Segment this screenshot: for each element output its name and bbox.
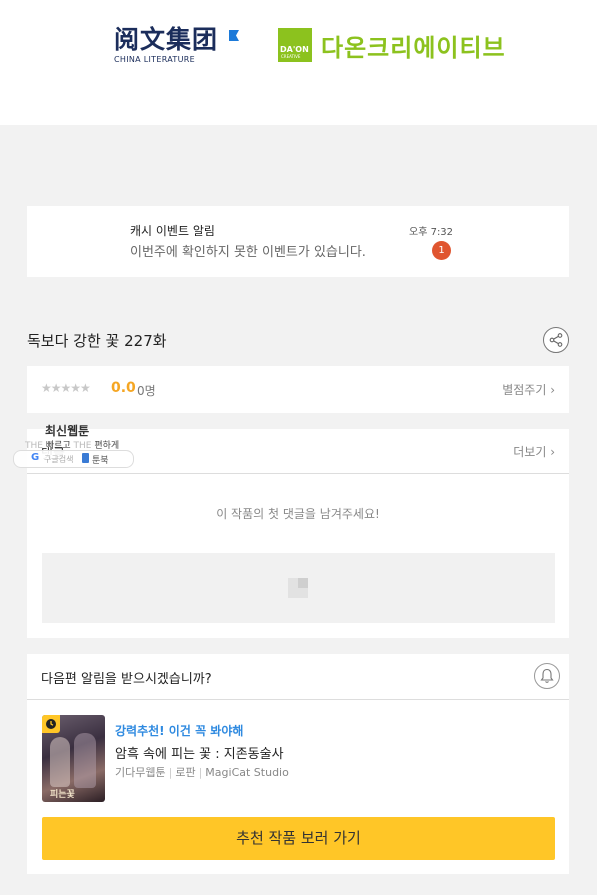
meta-author: 기다무웹툰 xyxy=(115,766,166,779)
site-header: 阅文集团 CHINA LITERATURE DA'ON CREATIVE 다온크… xyxy=(0,0,597,125)
ad-placeholder[interactable] xyxy=(42,553,555,623)
comments-empty-text: 이 작품의 첫 댓글을 남겨주세요! xyxy=(216,507,380,521)
google-icon: G xyxy=(31,452,40,463)
daon-logo-mark-text: DA'ON xyxy=(280,45,309,54)
google-search-label: 구글검색 xyxy=(44,455,74,464)
china-literature-logo: 阅文集团 CHINA LITERATURE xyxy=(114,25,239,64)
event-notification[interactable]: 캐시 이벤트 알림 이번주에 확인하지 못한 이벤트가 있습니다. 오후 7:3… xyxy=(27,206,569,277)
china-literature-logo-en: CHINA LITERATURE xyxy=(114,55,195,64)
notify-button[interactable] xyxy=(534,663,560,689)
notification-message: 이번주에 확인하지 못한 이벤트가 있습니다. xyxy=(130,245,366,260)
episode-title: 독보다 강한 꽃 227화 xyxy=(27,332,167,350)
recommended-work-thumbnail[interactable]: 피는꽃 xyxy=(42,715,105,802)
daon-logo-mark-sub: CREATIVE xyxy=(281,54,301,59)
overlay-title: 최신웹툰 xyxy=(45,424,90,438)
latest-webtoon-overlay[interactable]: 최신웹툰 THE 빠르고 THE 편하게 G 구글검색 툰북 xyxy=(13,420,138,470)
comments-more-link[interactable]: 더보기 › xyxy=(513,443,555,460)
recommended-work-meta: 기다무웹툰 | 로판 | MagiCat Studio xyxy=(115,766,289,779)
thumbnail-figure xyxy=(50,737,70,787)
rating-stars: ★★★★★ xyxy=(41,381,91,395)
clock-icon xyxy=(46,719,56,729)
rating-score: 0.0 xyxy=(111,380,136,396)
wait-free-badge xyxy=(42,715,60,733)
flag-icon xyxy=(229,30,239,41)
thumbnail-title-logo: 피는꽃 xyxy=(50,790,75,800)
daon-logo-mark: DA'ON CREATIVE xyxy=(278,28,312,62)
image-placeholder-icon xyxy=(288,578,308,598)
china-literature-logo-cn: 阅文集团 xyxy=(114,25,219,54)
daon-logo-name: 다온크리에이티브 xyxy=(321,34,506,62)
notification-badge: 1 xyxy=(432,241,451,260)
meta-studio: MagiCat Studio xyxy=(205,766,289,779)
rating-bar: ★★★★★ 0.0 0명 별점주기 › xyxy=(27,366,569,413)
view-recommended-button[interactable]: 추천 작품 보러 가기 xyxy=(42,817,555,860)
thumbnail-figure xyxy=(74,733,96,788)
rate-button[interactable]: 별점주기 › xyxy=(502,381,555,398)
notification-title: 캐시 이벤트 알림 xyxy=(130,224,215,238)
meta-genre: 로판 xyxy=(175,766,196,779)
share-icon xyxy=(549,333,563,347)
divider xyxy=(27,699,569,700)
next-episode-question: 다음편 알림을 받으시겠습니까? xyxy=(41,672,212,687)
toonbook-icon xyxy=(82,453,89,463)
next-episode-section: 다음편 알림을 받으시겠습니까? 피는꽃 강력추천! 이건 꼭 봐야해 암흑 속… xyxy=(27,654,569,874)
recommended-work-title[interactable]: 암흑 속에 피는 꽃 : 지존동술사 xyxy=(115,743,284,762)
share-button[interactable] xyxy=(543,327,569,353)
recommend-tag: 강력추천! 이건 꼭 봐야해 xyxy=(115,724,244,738)
toonbook-label: 툰북 xyxy=(92,456,109,466)
rating-count: 0명 xyxy=(137,384,156,398)
overlay-search-pill[interactable]: G 구글검색 툰북 xyxy=(13,450,134,468)
bell-icon xyxy=(540,668,554,683)
notification-time: 오후 7:32 xyxy=(409,227,454,238)
